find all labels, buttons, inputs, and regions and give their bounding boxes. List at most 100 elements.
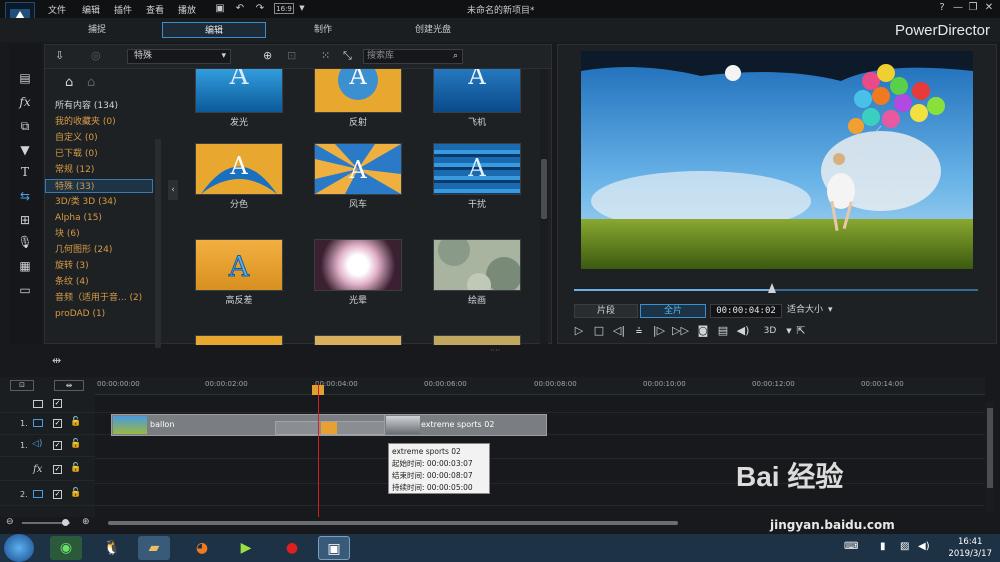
category-item[interactable]: 块 (6) bbox=[55, 227, 153, 241]
start-button[interactable] bbox=[4, 534, 34, 562]
transition-thumb[interactable] bbox=[195, 335, 283, 345]
resize-handle-icon[interactable]: ···· bbox=[490, 346, 500, 355]
mark-icon[interactable]: ⩮ bbox=[632, 324, 646, 338]
export-icon[interactable]: ⊡ bbox=[287, 49, 296, 62]
help-icon[interactable]: ? bbox=[936, 2, 948, 14]
category-item[interactable]: 音频（适用于音... (2) bbox=[55, 291, 151, 305]
grid-view-icon[interactable]: ⁙ bbox=[321, 49, 330, 62]
subtitle-room-icon[interactable]: ▭ bbox=[17, 282, 33, 298]
category-item[interactable]: 几何图形 (24) bbox=[55, 243, 153, 257]
snapshot-icon[interactable]: ◙ bbox=[696, 324, 710, 338]
category-item[interactable]: 3D/类 3D (34) bbox=[55, 195, 153, 209]
transition-thumb[interactable]: A bbox=[195, 143, 283, 195]
fast-forward-icon[interactable]: ▷▷ bbox=[672, 324, 689, 338]
clip-mode-button[interactable]: 片段 bbox=[574, 304, 638, 318]
volume-tray-icon[interactable]: ◀) bbox=[918, 541, 930, 552]
aspect-ratio-icon[interactable]: 16:9 bbox=[274, 3, 294, 14]
transition-thumb[interactable]: A bbox=[195, 239, 283, 291]
track-enable-checkbox[interactable]: ✓ bbox=[53, 490, 62, 499]
subtitles-icon[interactable]: ▤ bbox=[716, 324, 730, 338]
editor-app-icon[interactable]: ▶ bbox=[230, 536, 262, 560]
movie-mode-button[interactable]: 全片 bbox=[640, 304, 706, 318]
next-frame-icon[interactable]: |▷ bbox=[652, 324, 666, 338]
restore-icon[interactable]: ❐ bbox=[967, 2, 979, 14]
menu-view[interactable]: 查看 bbox=[146, 3, 164, 16]
powerdirector-taskbar-icon[interactable]: ▣ bbox=[318, 536, 350, 560]
stop-icon[interactable]: □ bbox=[592, 324, 606, 338]
transition-thumb[interactable] bbox=[433, 234, 522, 297]
tab-edit[interactable]: 编辑 bbox=[162, 22, 266, 38]
audio-mix-room-icon[interactable]: ⊞ bbox=[17, 212, 33, 228]
category-item[interactable]: 条纹 (4) bbox=[55, 275, 153, 289]
category-select[interactable]: 特殊 ▾ bbox=[127, 49, 231, 64]
volume-icon[interactable]: ◀) bbox=[736, 324, 750, 338]
menu-plugins[interactable]: 插件 bbox=[114, 3, 132, 16]
add-item-icon[interactable]: ⊕ bbox=[263, 49, 272, 62]
taskbar-app-icon[interactable]: ◉ bbox=[50, 536, 82, 560]
track-enable-checkbox[interactable]: ✓ bbox=[53, 419, 62, 428]
save-icon[interactable]: ▣ bbox=[214, 3, 226, 14]
collapse-categories-button[interactable]: ‹ bbox=[168, 180, 178, 200]
particle-room-icon[interactable]: ▼ bbox=[17, 142, 33, 158]
timeline-vscroll[interactable] bbox=[986, 402, 994, 512]
menu-file[interactable]: 文件 bbox=[48, 3, 66, 16]
lock-icon[interactable]: 🔓 bbox=[70, 488, 81, 498]
chevron-down-icon[interactable]: ▼ bbox=[296, 3, 308, 14]
transition-thumb[interactable]: A bbox=[195, 69, 283, 113]
play-icon[interactable]: ▷ bbox=[572, 324, 586, 338]
remove-tag-icon[interactable]: ⌂ bbox=[87, 75, 95, 90]
menu-edit[interactable]: 编辑 bbox=[82, 3, 100, 16]
undo-icon[interactable]: ↶ bbox=[234, 3, 246, 14]
globe-icon[interactable]: ◎ bbox=[91, 49, 105, 63]
lock-icon[interactable]: 🔓 bbox=[70, 439, 81, 449]
timeline-vscroll-thumb[interactable] bbox=[987, 408, 993, 488]
timecode-display[interactable]: 00:00:04:02 bbox=[710, 304, 782, 318]
import-icon[interactable]: ⇩ bbox=[55, 49, 69, 63]
qq-icon[interactable]: 🐧 bbox=[96, 536, 128, 560]
category-item[interactable]: Alpha (15) bbox=[55, 211, 153, 225]
transition-thumb[interactable]: A bbox=[433, 143, 521, 195]
category-item-selected[interactable]: 特殊 (33) bbox=[45, 179, 153, 193]
lock-icon[interactable]: 🔓 bbox=[70, 417, 81, 427]
category-item[interactable]: 旋转 (3) bbox=[55, 259, 153, 273]
transition-thumb[interactable] bbox=[314, 335, 402, 345]
timeline-clip[interactable]: extreme sports 02 bbox=[384, 414, 547, 436]
scrubber-handle[interactable] bbox=[768, 283, 776, 293]
transition-room-icon[interactable]: ⇆ bbox=[17, 188, 33, 204]
voice-over-icon[interactable]: 🎙 bbox=[17, 234, 33, 250]
three-d-toggle[interactable]: 3D bbox=[758, 324, 782, 338]
undock-icon[interactable]: ⇱ bbox=[794, 324, 808, 338]
fx-room-icon[interactable]: fx bbox=[17, 94, 33, 110]
device-icon[interactable]: ▮ bbox=[880, 541, 886, 552]
transition-thumb[interactable] bbox=[433, 335, 521, 345]
resize-icon[interactable]: ⤡ bbox=[343, 49, 352, 63]
zoom-out-icon[interactable]: ⊖ bbox=[6, 517, 14, 527]
title-room-icon[interactable]: T bbox=[17, 164, 33, 180]
close-icon[interactable]: ✕ bbox=[983, 2, 995, 14]
network-icon[interactable]: ▨ bbox=[900, 541, 909, 552]
category-item[interactable]: 所有内容 (134) bbox=[55, 99, 153, 113]
track-enable-checkbox[interactable]: ✓ bbox=[53, 465, 62, 474]
recorder-icon[interactable]: ● bbox=[276, 536, 308, 560]
timeline-hscroll-thumb[interactable] bbox=[108, 521, 678, 525]
pip-room-icon[interactable]: ⧉ bbox=[17, 118, 33, 134]
category-item[interactable]: 常规 (12) bbox=[55, 163, 153, 177]
tab-create-disc[interactable]: 创建光盘 bbox=[381, 22, 485, 38]
zoom-fit-select[interactable]: 适合大小 ▾ bbox=[784, 304, 842, 318]
transition-thumb[interactable]: A bbox=[433, 69, 521, 113]
playhead-line[interactable] bbox=[318, 383, 319, 517]
keyboard-icon[interactable]: ⌨ bbox=[844, 541, 858, 552]
fit-timeline-icon[interactable]: ⊡ bbox=[10, 380, 34, 391]
chapter-room-icon[interactable]: ▦ bbox=[17, 258, 33, 274]
add-tag-icon[interactable]: ⌂ bbox=[65, 75, 73, 90]
track-manager-icon[interactable]: ⇹ bbox=[52, 354, 61, 367]
preview-scrubber[interactable] bbox=[574, 289, 978, 291]
category-scrollbar[interactable] bbox=[155, 139, 161, 365]
tab-produce[interactable]: 制作 bbox=[271, 22, 375, 38]
zoom-slider-handle[interactable] bbox=[62, 519, 69, 526]
zoom-in-icon[interactable]: ⊕ bbox=[82, 517, 90, 527]
tab-capture[interactable]: 捕捉 bbox=[45, 22, 149, 38]
category-item[interactable]: 我的收藏夹 (0) bbox=[55, 115, 153, 129]
grid-scrollbar[interactable] bbox=[540, 69, 548, 345]
grid-scrollbar-thumb[interactable] bbox=[541, 159, 547, 219]
